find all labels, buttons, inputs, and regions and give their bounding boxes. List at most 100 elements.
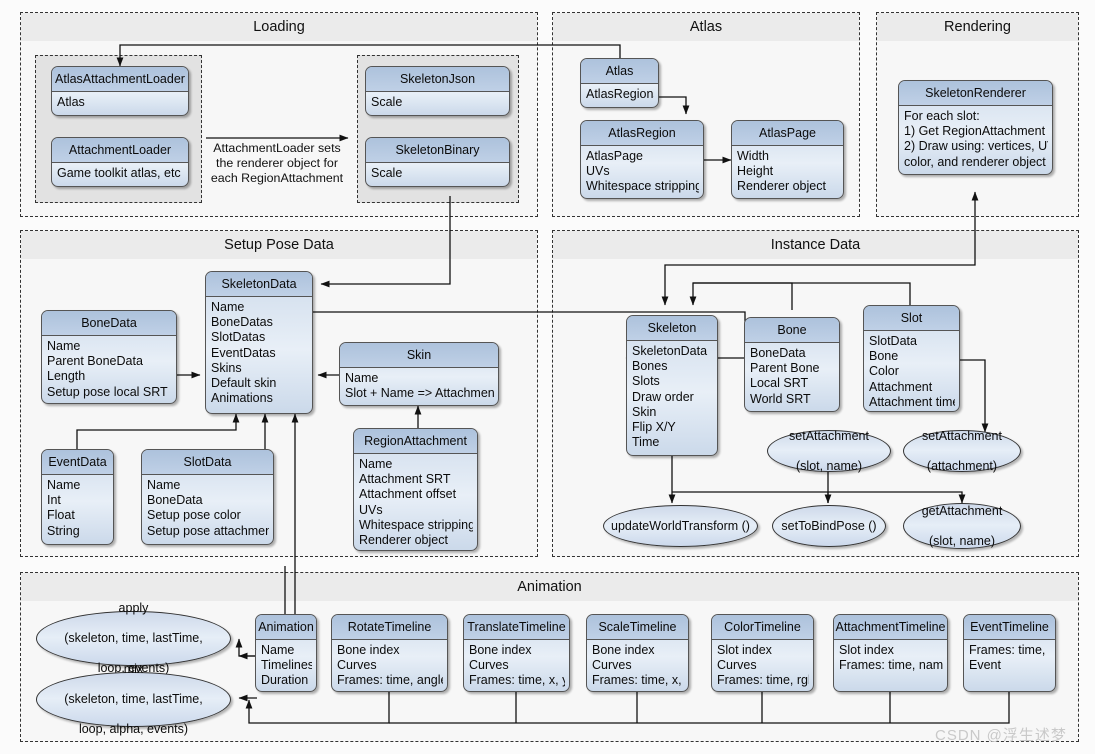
- box-fields: Name Parent BoneData Length Setup pose l…: [42, 336, 176, 402]
- box-fields: For each slot: 1) Get RegionAttachment 2…: [899, 106, 1052, 172]
- field: Bone index: [592, 643, 655, 657]
- box-title: SkeletonRenderer: [899, 81, 1052, 106]
- box-title: EventTimeline: [964, 615, 1055, 640]
- field: Curves: [717, 658, 757, 673]
- note-line: AttachmentLoader sets: [213, 141, 341, 155]
- field: Renderer object: [737, 179, 826, 194]
- box-slot[interactable]: Slot SlotData Bone Color Attachment Atta…: [863, 305, 960, 412]
- watermark: CSDN @浮生述梦: [935, 727, 1067, 744]
- field: Frames: time, name: [839, 658, 943, 673]
- box-event-timeline[interactable]: EventTimeline Frames: time, Event: [963, 614, 1056, 692]
- box-fields: Name BoneData Setup pose color Setup pos…: [142, 475, 273, 541]
- box-fields: AtlasRegions: [581, 84, 658, 104]
- box-skeleton-renderer[interactable]: SkeletonRenderer For each slot: 1) Get R…: [898, 80, 1053, 175]
- box-title: ScaleTimeline: [587, 615, 688, 640]
- field: Atlas: [57, 95, 85, 109]
- field: Whitespace stripping: [586, 179, 699, 194]
- box-skeleton-json[interactable]: SkeletonJson Scale: [365, 66, 510, 116]
- ellipse-label: updateWorldTransform (): [611, 518, 750, 533]
- field: Name: [345, 371, 379, 385]
- box-bone[interactable]: Bone BoneData Parent Bone Local SRT Worl…: [744, 317, 840, 412]
- box-fields: SkeletonData Bones Slots Draw order Skin…: [627, 341, 717, 452]
- box-title: AttachmentTimeline: [834, 615, 947, 640]
- box-title: AtlasRegion: [581, 121, 703, 146]
- field: SlotData: [869, 334, 917, 348]
- box-slot-data[interactable]: SlotData Name BoneData Setup pose color …: [141, 449, 274, 545]
- field: Skin: [632, 404, 657, 419]
- field: Name: [211, 300, 245, 314]
- ellipse-get-attachment[interactable]: getAttachment (slot, name): [903, 503, 1021, 549]
- field: Bones: [632, 359, 668, 374]
- box-event-data[interactable]: EventData Name Int Float String: [41, 449, 114, 545]
- box-translate-timeline[interactable]: TranslateTimeline Bone index Curves Fram…: [463, 614, 570, 692]
- box-atlas-page[interactable]: AtlasPage Width Height Renderer object: [731, 120, 844, 199]
- ellipse-label: setAttachment (attachment): [910, 429, 1014, 474]
- field: Name: [147, 478, 181, 492]
- field: Frames: time, rgba: [717, 673, 809, 688]
- ellipse-mix[interactable]: mix (skeleton, time, lastTime, loop, alp…: [36, 662, 231, 736]
- field: Setup pose local SRT: [47, 384, 168, 399]
- group-animation-title: Animation: [21, 573, 1078, 601]
- ellipse-label: setAttachment (slot, name): [777, 429, 881, 474]
- ellipse-line: (slot, name): [796, 458, 862, 473]
- box-atlas-attachment-loader[interactable]: AtlasAttachmentLoader Atlas: [51, 66, 189, 116]
- field: Name: [359, 457, 393, 471]
- box-title: AtlasAttachmentLoader: [52, 67, 188, 92]
- field: SkeletonData: [632, 344, 708, 358]
- box-color-timeline[interactable]: ColorTimeline Slot index Curves Frames: …: [711, 614, 814, 692]
- field: Name: [47, 339, 81, 353]
- box-skin[interactable]: Skin Name Slot + Name => Attachment: [339, 342, 499, 406]
- box-fields: Game toolkit atlas, etc: [52, 163, 188, 183]
- field: Whitespace stripping: [359, 517, 473, 532]
- ellipse-set-attachment-attachment[interactable]: setAttachment (attachment): [903, 429, 1021, 474]
- field: Animations: [211, 391, 273, 406]
- group-rendering-title: Rendering: [877, 13, 1078, 41]
- field: Local SRT: [750, 376, 809, 391]
- field: Length: [47, 369, 86, 384]
- box-atlas[interactable]: Atlas AtlasRegions: [580, 58, 659, 108]
- box-title: Skeleton: [627, 316, 717, 341]
- ellipse-line: setAttachment: [789, 428, 869, 443]
- box-fields: Bone index Curves Frames: time, x, y: [587, 640, 688, 691]
- field: Flip X/Y: [632, 420, 676, 435]
- ellipse-line: setAttachment: [922, 428, 1002, 443]
- ellipse-set-to-bind-pose[interactable]: setToBindPose (): [772, 505, 886, 547]
- box-fields: AtlasPage UVs Whitespace stripping: [581, 146, 703, 197]
- box-fields: Bone index Curves Frames: time, x, y: [464, 640, 569, 691]
- box-title: SlotData: [142, 450, 273, 475]
- box-scale-timeline[interactable]: ScaleTimeline Bone index Curves Frames: …: [586, 614, 689, 692]
- box-fields: Name Slot + Name => Attachment: [340, 368, 498, 403]
- ellipse-set-attachment-slot-name[interactable]: setAttachment (slot, name): [767, 429, 891, 474]
- field: color, and renderer object: [904, 154, 1046, 169]
- ellipse-update-world-transform[interactable]: updateWorldTransform (): [603, 505, 758, 547]
- ellipse-line: apply: [118, 601, 149, 615]
- box-rotate-timeline[interactable]: RotateTimeline Bone index Curves Frames:…: [331, 614, 448, 692]
- field: Draw order: [632, 389, 694, 404]
- field: Slot index: [717, 643, 772, 657]
- ellipse-apply[interactable]: apply (skeleton, time, lastTime, loop, e…: [36, 601, 231, 675]
- field: Attachment SRT: [359, 472, 451, 487]
- field: Name: [47, 478, 81, 492]
- field: Setup pose attachment: [147, 523, 269, 538]
- box-skeleton[interactable]: Skeleton SkeletonData Bones Slots Draw o…: [626, 315, 718, 456]
- box-bone-data[interactable]: BoneData Name Parent BoneData Length Set…: [41, 310, 177, 404]
- box-title: Slot: [864, 306, 959, 331]
- field: Attachment offset: [359, 487, 457, 502]
- box-region-attachment[interactable]: RegionAttachment Name Attachment SRT Att…: [353, 428, 478, 551]
- field: Scale: [371, 95, 403, 109]
- field: Frames: time, angle: [337, 673, 443, 688]
- box-skeleton-data[interactable]: SkeletonData Name BoneDatas SlotDatas Ev…: [205, 271, 313, 414]
- field: Int: [47, 493, 61, 508]
- box-attachment-loader[interactable]: AttachmentLoader Game toolkit atlas, etc: [51, 137, 189, 187]
- box-fields: Slot index Curves Frames: time, rgba: [712, 640, 813, 691]
- group-loading-title: Loading: [21, 13, 537, 41]
- box-animation[interactable]: Animation Name Timelines Duration: [255, 614, 317, 692]
- field: 2) Draw using: vertices, UVs,: [904, 139, 1048, 154]
- box-title: ColorTimeline: [712, 615, 813, 640]
- box-attachment-timeline[interactable]: AttachmentTimeline Slot index Frames: ti…: [833, 614, 948, 692]
- box-skeleton-binary[interactable]: SkeletonBinary Scale: [365, 137, 510, 187]
- ellipse-line: loop, alpha, events): [78, 722, 189, 736]
- box-title: TranslateTimeline: [464, 615, 569, 640]
- field: EventDatas: [211, 345, 276, 360]
- box-atlas-region[interactable]: AtlasRegion AtlasPage UVs Whitespace str…: [580, 120, 704, 199]
